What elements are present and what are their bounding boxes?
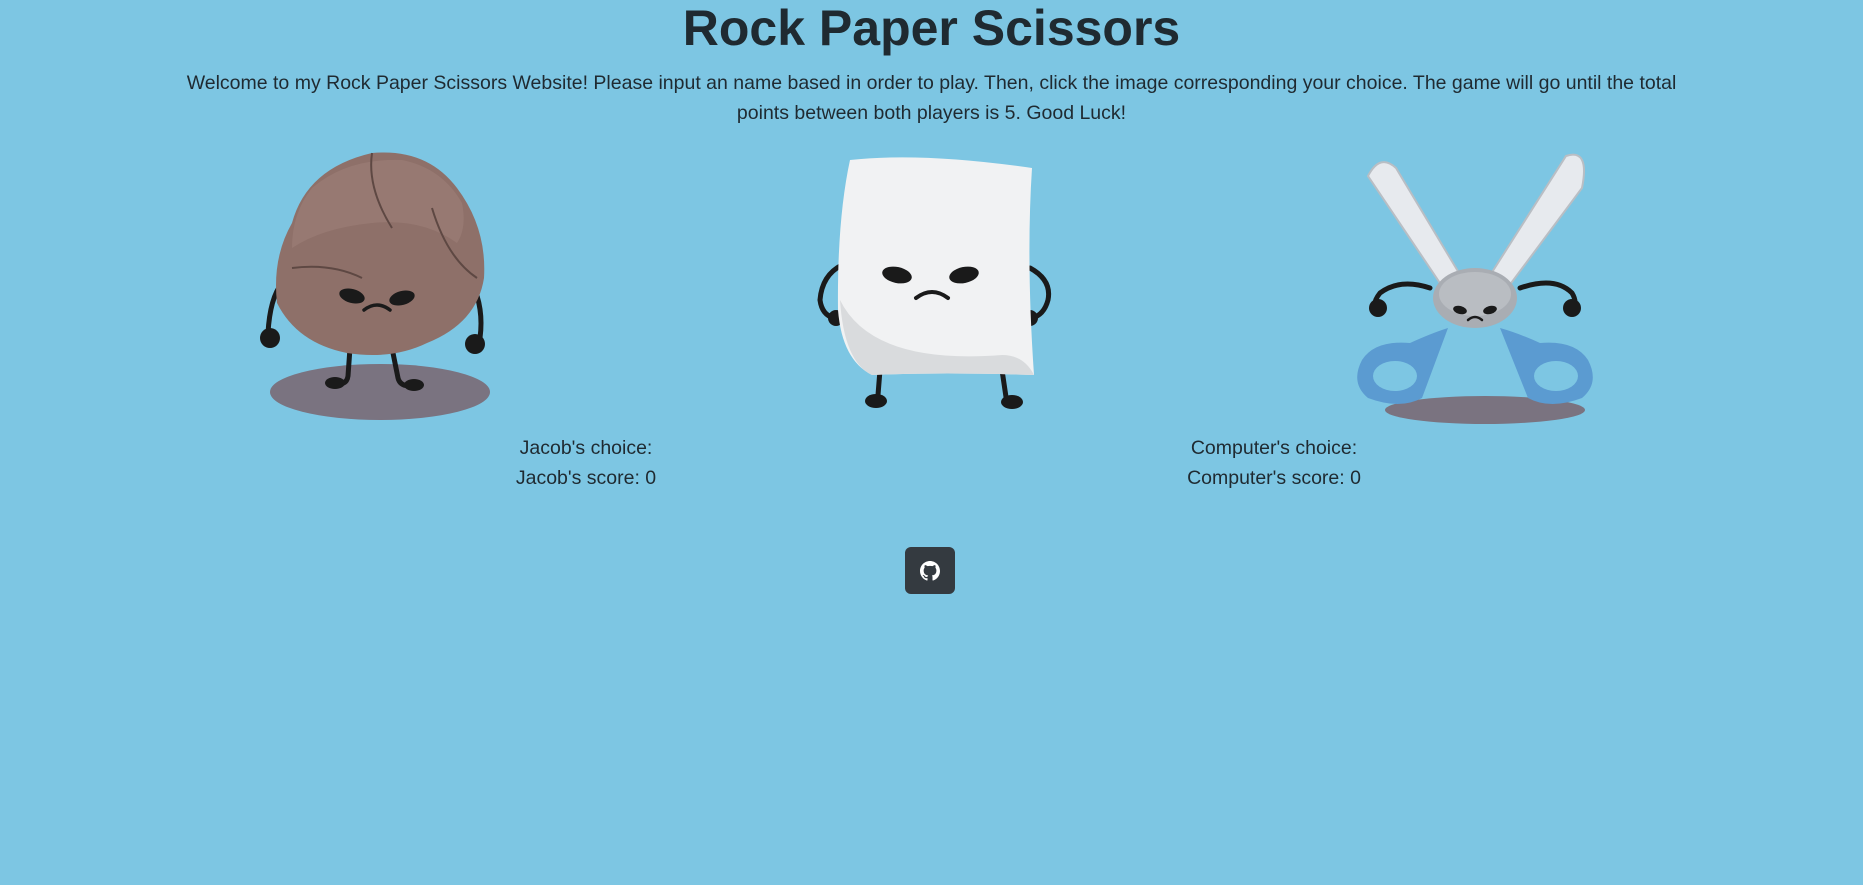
rock-character-icon bbox=[260, 152, 490, 420]
player-choice-label: Jacob's choice: bbox=[519, 437, 653, 459]
scissors-character-icon bbox=[1357, 153, 1593, 424]
rock-choice-image[interactable] bbox=[252, 148, 502, 428]
paper-choice-image[interactable] bbox=[812, 150, 1052, 415]
computer-score-label: Computer's score: 0 bbox=[1187, 467, 1361, 489]
player-panel: Jacob's choice: Jacob's score: 0 bbox=[486, 433, 686, 493]
intro-text: Welcome to my Rock Paper Scissors Websit… bbox=[186, 72, 1677, 124]
paper-character-icon bbox=[817, 157, 1052, 409]
player-score-label: Jacob's score: 0 bbox=[515, 467, 657, 489]
github-icon bbox=[920, 560, 940, 581]
computer-choice-label: Computer's choice: bbox=[1190, 437, 1358, 459]
github-button[interactable] bbox=[905, 547, 955, 594]
scissors-choice-image[interactable] bbox=[1350, 148, 1605, 428]
page-title: Rock Paper Scissors bbox=[682, 0, 1181, 56]
computer-panel: Computer's choice: Computer's score: 0 bbox=[1174, 433, 1374, 493]
